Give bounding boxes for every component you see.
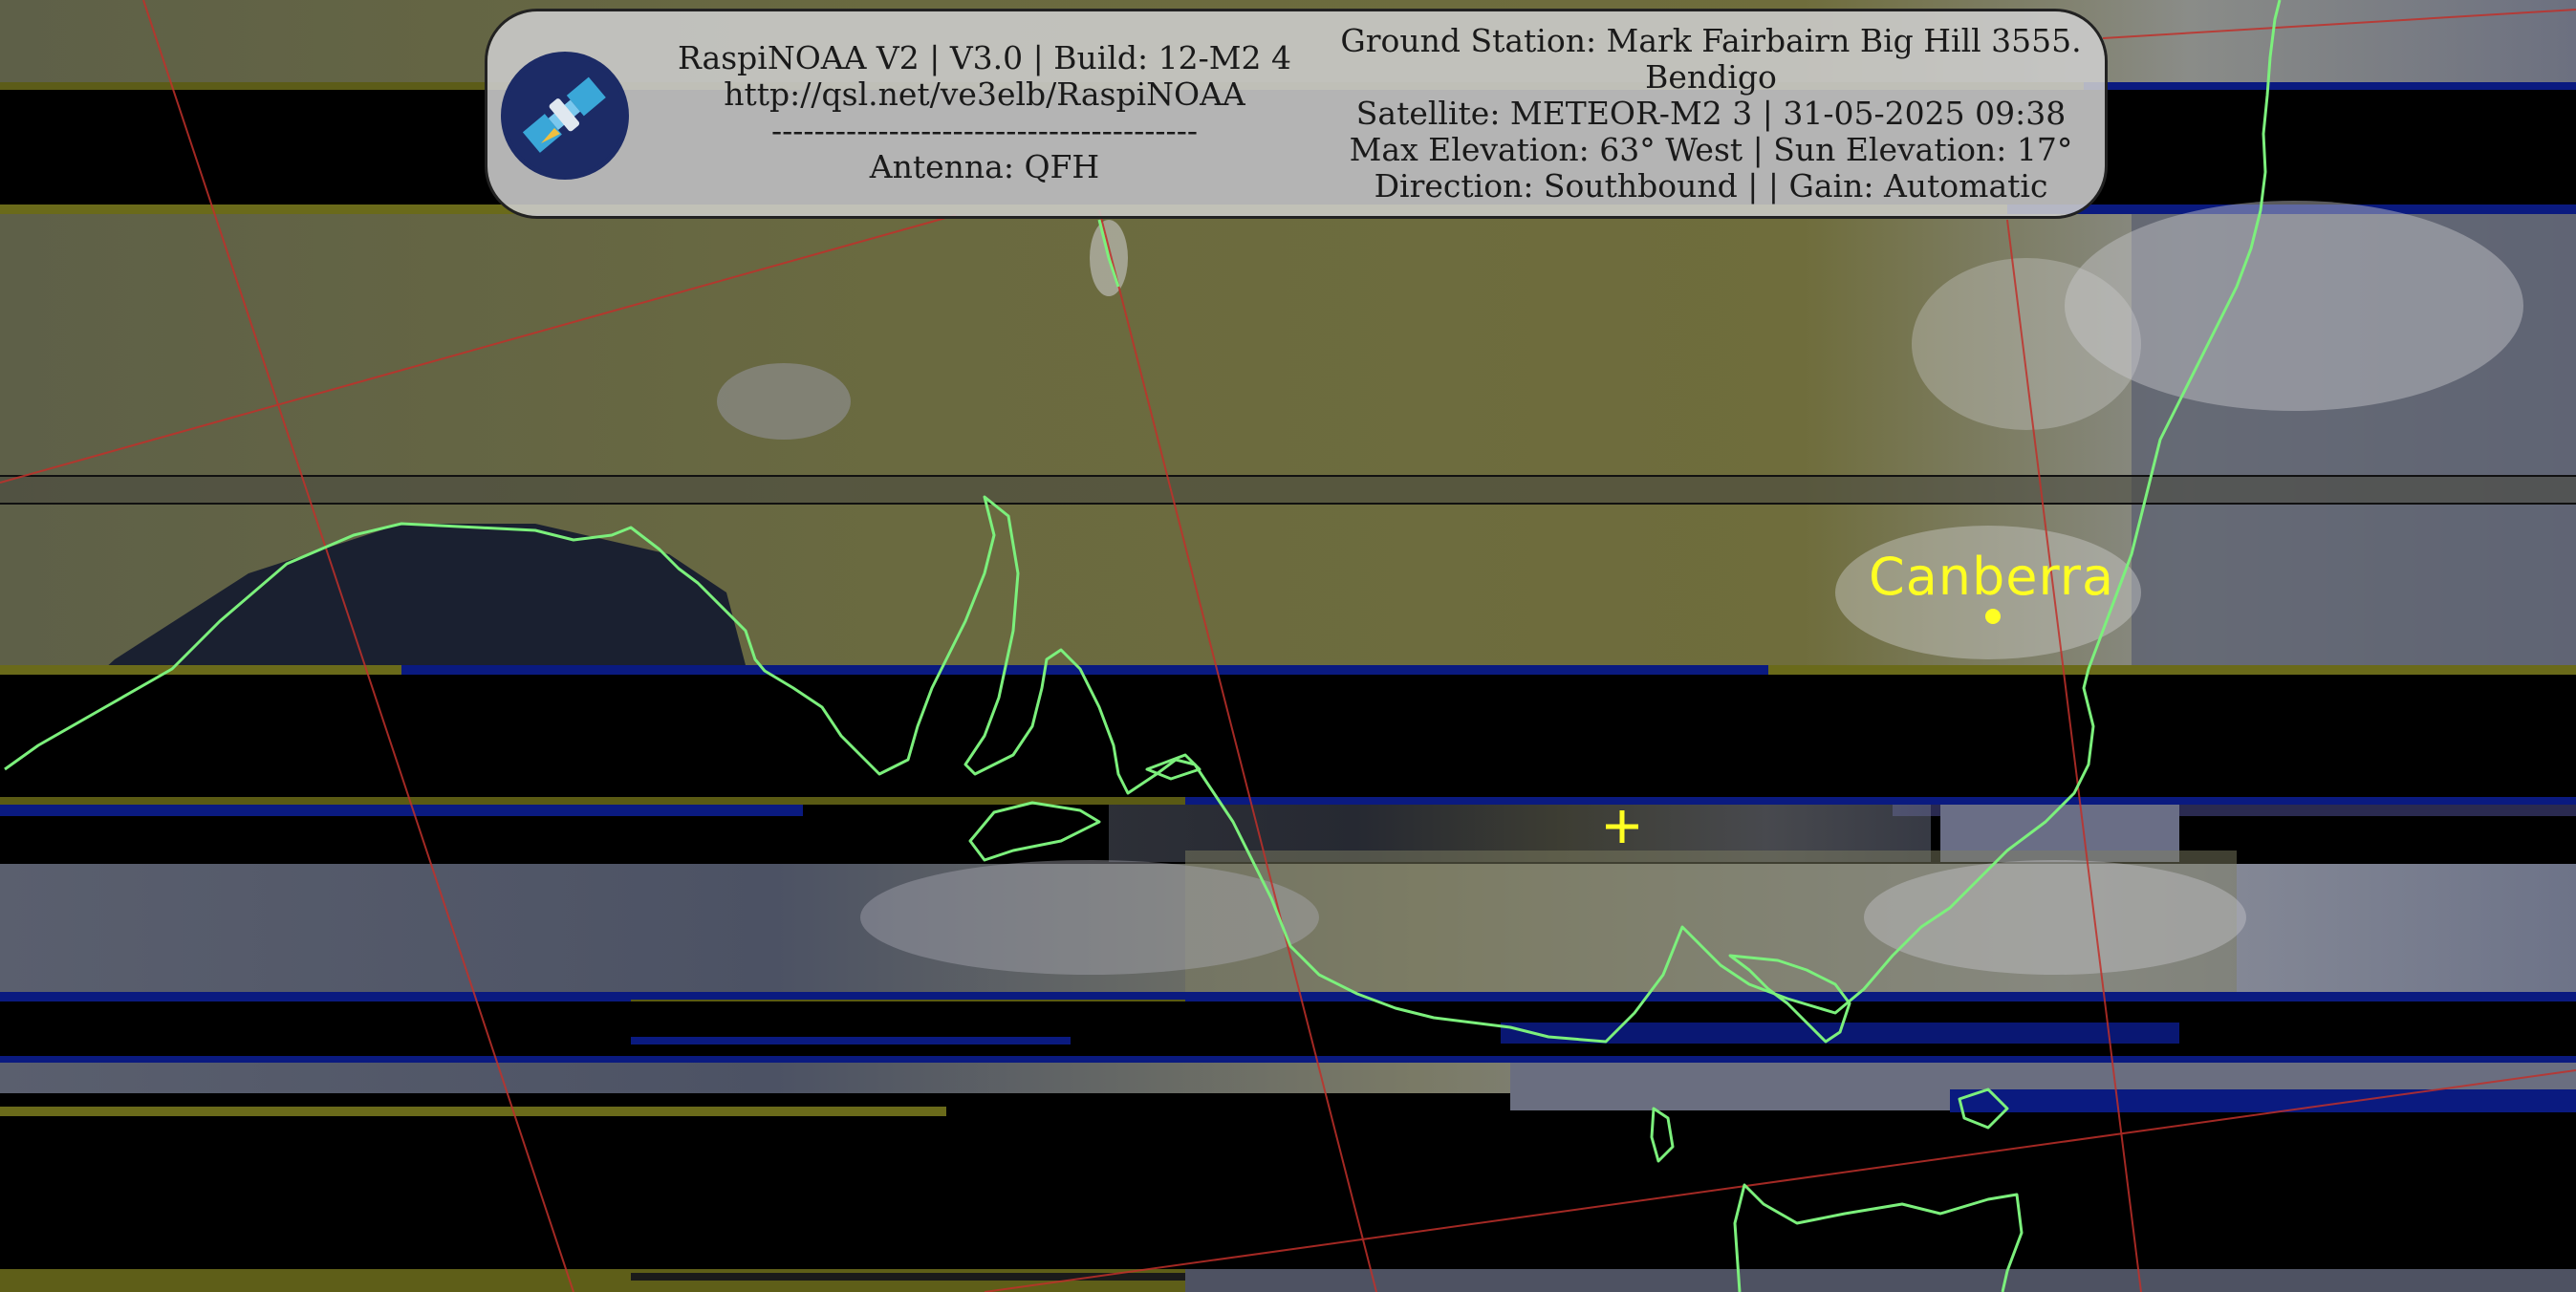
city-label: Canberra — [1869, 547, 2115, 607]
software-url: http://qsl.net/ve3elb/RaspiNOAA — [724, 75, 1245, 113]
raspinoaa-logo — [501, 52, 629, 180]
satellite-datetime: Satellite: METEOR-M2 3 | 31-05-2025 09:3… — [1355, 95, 2067, 132]
direction-gain: Direction: Southbound | | Gain: Automati… — [1374, 167, 2048, 205]
separator-line: ---------------------------------------- — [770, 112, 1198, 149]
software-version: RaspiNOAA V2 | V3.0 | Build: 12-M2 4 — [677, 39, 1292, 76]
ground-station-city: Bendigo — [1645, 58, 1777, 96]
antenna-info: Antenna: QFH — [869, 148, 1100, 185]
software-info: RaspiNOAA V2 | V3.0 | Build: 12-M2 4 htt… — [660, 40, 1310, 185]
city-marker — [1985, 609, 2001, 624]
satellite-icon — [506, 56, 624, 175]
pass-details: Ground Station: Mark Fairbairn Big Hill … — [1338, 23, 2084, 205]
ground-station: Ground Station: Mark Fairbairn Big Hill … — [1340, 22, 2082, 59]
elevation-info: Max Elevation: 63° West | Sun Elevation:… — [1349, 131, 2073, 168]
